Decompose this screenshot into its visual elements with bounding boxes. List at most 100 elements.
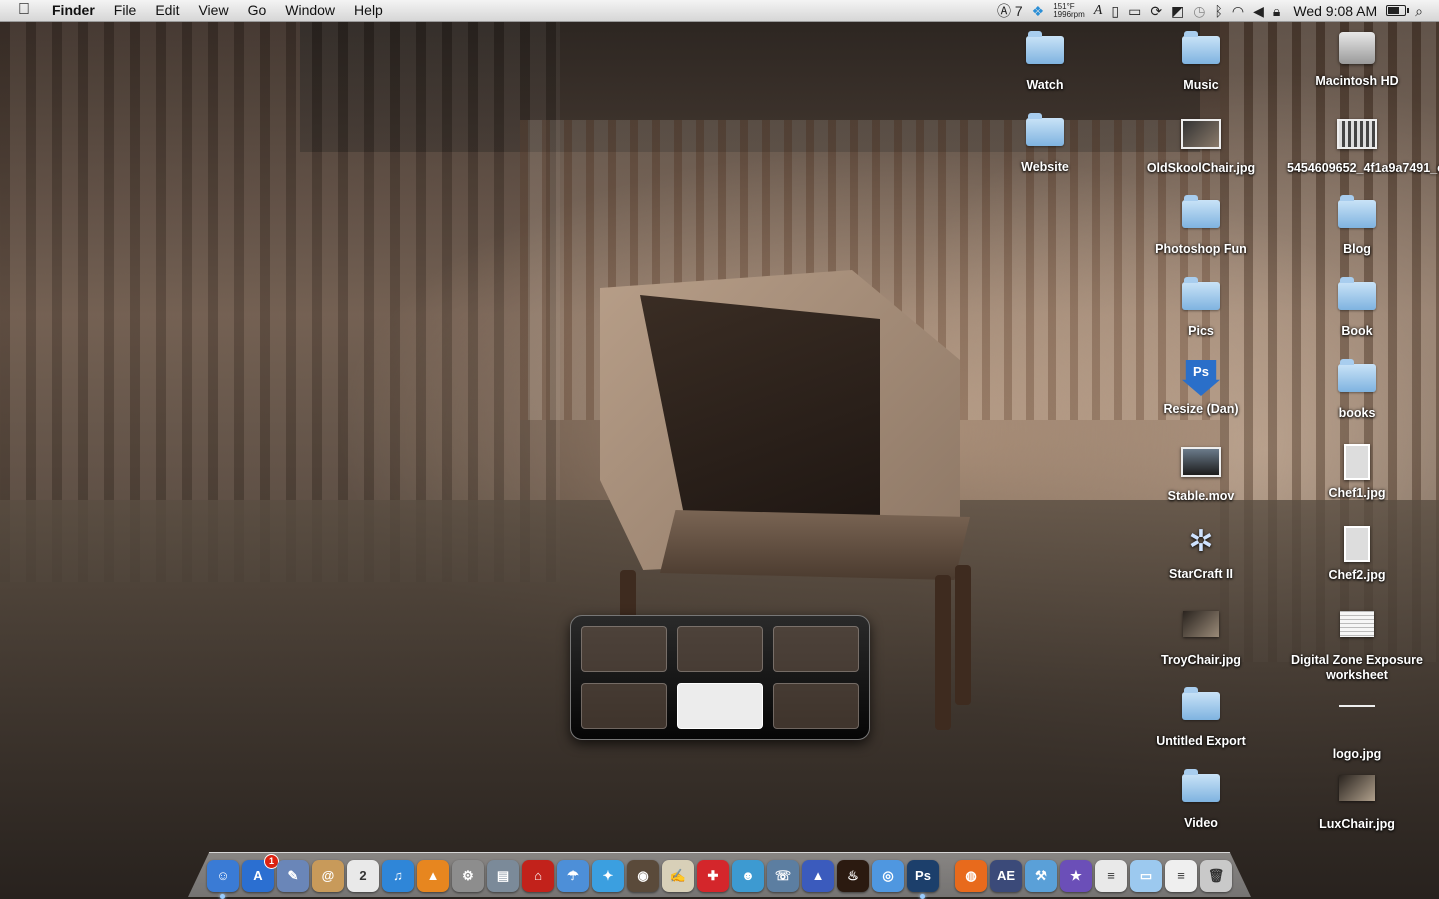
- dock-stickies-icon[interactable]: ✚: [697, 860, 729, 892]
- dock-ninja-app-icon[interactable]: ☻: [732, 860, 764, 892]
- dock-alfred-icon[interactable]: ◉: [627, 860, 659, 892]
- lock-icon[interactable]: 🔒︎: [1273, 2, 1280, 20]
- desktop-icon-music[interactable]: Music: [1131, 30, 1271, 93]
- dock-finder-icon[interactable]: ☺: [207, 860, 239, 899]
- dock-glyph: 🗑: [1207, 868, 1225, 883]
- image-thumbnail-icon: [1344, 444, 1370, 480]
- app-switch-icon[interactable]: ◩: [1171, 2, 1184, 20]
- dock-iphone-config-icon[interactable]: ☏: [767, 860, 799, 892]
- dock-glyph: ☺: [216, 868, 230, 883]
- photoshop-droplet-icon: Ps: [1182, 360, 1220, 396]
- desktop-icon-photo-5454[interactable]: 5454609652_4f1a9a7491_o.jpg: [1287, 112, 1439, 176]
- bluetooth-icon[interactable]: ᛒ: [1215, 2, 1223, 20]
- menu-help[interactable]: Help: [354, 2, 383, 19]
- volume-icon[interactable]: ◀: [1253, 2, 1264, 20]
- menu-view[interactable]: View: [198, 2, 228, 19]
- menu-edit[interactable]: Edit: [155, 2, 179, 19]
- display-icon[interactable]: ▭: [1128, 2, 1141, 20]
- spotlight-search-icon[interactable]: ⌕: [1415, 2, 1423, 20]
- desktop-icon-book[interactable]: Book: [1287, 276, 1427, 339]
- dock-address-book-icon[interactable]: @: [312, 860, 344, 892]
- menu-app-finder[interactable]: Finder: [52, 2, 95, 19]
- desktop-icon-pics[interactable]: Pics: [1131, 276, 1271, 339]
- desktop-icon-blog[interactable]: Blog: [1287, 194, 1427, 257]
- space-6[interactable]: [773, 683, 859, 729]
- dock-vlc-icon[interactable]: ▲: [417, 860, 449, 892]
- phone-icon[interactable]: ▯: [1111, 2, 1119, 20]
- sync-icon[interactable]: ⟳: [1150, 2, 1162, 20]
- desktop-icon-logo[interactable]: logo.jpg: [1287, 686, 1427, 762]
- menu-file[interactable]: File: [114, 2, 137, 19]
- spaces-switcher: [570, 615, 870, 740]
- font-menu-icon[interactable]: Ⓐ 7: [997, 2, 1023, 20]
- space-5-active[interactable]: [677, 683, 763, 729]
- dock-twitter-icon[interactable]: ✦: [592, 860, 624, 892]
- dock-trash-icon[interactable]: 🗑: [1200, 860, 1232, 892]
- dock-folder-stack-icon[interactable]: ▭: [1130, 860, 1162, 892]
- time-machine-icon[interactable]: ◷: [1193, 2, 1205, 20]
- desktop-icon-chef1[interactable]: Chef1.jpg: [1287, 440, 1427, 501]
- dock-photoshop-icon[interactable]: Ps: [907, 860, 939, 899]
- dock-system-preferences-icon[interactable]: ⚙: [452, 860, 484, 892]
- dock-glyph: 2: [359, 868, 367, 883]
- dropbox-icon[interactable]: ❖: [1032, 2, 1045, 20]
- document-icon: [1340, 611, 1374, 637]
- desktop-icon-digital-zone[interactable]: Digital Zone Exposure worksheet: [1287, 604, 1427, 683]
- dock-glyph: ≡: [1107, 868, 1115, 883]
- dock-network-utility-icon[interactable]: ▤: [487, 860, 519, 892]
- space-3[interactable]: [773, 626, 859, 672]
- dock-mail-weather-icon[interactable]: ☂: [557, 860, 589, 892]
- folder-icon: [1182, 277, 1220, 310]
- dock-app-store-icon[interactable]: A1: [242, 854, 279, 892]
- dock-firefox-icon[interactable]: ◍: [955, 860, 987, 892]
- icon-label: Chef2.jpg: [1328, 568, 1386, 582]
- dock-wizard-icon[interactable]: ★: [1060, 860, 1092, 892]
- battery-icon[interactable]: [1386, 5, 1410, 16]
- dock-glyph: ≡: [1177, 868, 1185, 883]
- menu-go[interactable]: Go: [248, 2, 267, 19]
- dock-script-editor-icon[interactable]: ✍: [662, 860, 694, 892]
- dock-glyph: ▭: [1139, 868, 1153, 883]
- desktop-icon-oldskoolchair[interactable]: OldSkoolChair.jpg: [1131, 112, 1271, 176]
- dock-fireplace-icon[interactable]: ♨: [837, 860, 869, 892]
- apple-menu-icon[interactable]: : [18, 2, 30, 19]
- desktop-icon-untitled-export[interactable]: Untitled Export: [1131, 686, 1271, 749]
- dock-glyph: ▲: [811, 868, 825, 883]
- dock-document-pdf-icon[interactable]: ≡: [1165, 860, 1197, 892]
- desktop-icon-starcraft[interactable]: ✲ StarCraft II: [1131, 522, 1271, 582]
- script-icon[interactable]: A: [1094, 2, 1103, 20]
- dock-after-effects-icon[interactable]: AE: [990, 860, 1022, 892]
- dock-ical-icon[interactable]: 2: [347, 860, 379, 892]
- running-indicator: [220, 894, 225, 899]
- desktop-icon-macintosh-hd[interactable]: Macintosh HD: [1287, 30, 1427, 89]
- menu-clock[interactable]: Wed 9:08 AM: [1293, 3, 1377, 19]
- desktop-icon-photoshop-fun[interactable]: Photoshop Fun: [1131, 194, 1271, 257]
- desktop-icon-troychair[interactable]: TroyChair.jpg: [1131, 604, 1271, 668]
- dock-xcode-icon[interactable]: ⚒: [1025, 860, 1057, 892]
- desktop-icon-resize-dan[interactable]: Ps Resize (Dan): [1131, 358, 1271, 417]
- dock-itunes-icon[interactable]: ♫: [382, 860, 414, 892]
- dock-cyberduck-icon[interactable]: ▲: [802, 860, 834, 892]
- space-4[interactable]: [581, 683, 667, 729]
- desktop-icon-luxchair[interactable]: LuxChair.jpg: [1287, 768, 1427, 832]
- wifi-icon[interactable]: ◠: [1232, 2, 1244, 20]
- dock-acrobat-icon[interactable]: ⌂: [522, 860, 554, 892]
- space-2[interactable]: [677, 626, 763, 672]
- desktop-icon-website[interactable]: Website: [975, 112, 1115, 175]
- dock-glyph: ◎: [882, 868, 894, 883]
- menu-window[interactable]: Window: [285, 2, 335, 19]
- folder-icon: [1338, 195, 1376, 228]
- dock-document-log-icon[interactable]: ≡: [1095, 860, 1127, 892]
- desktop-icon-books[interactable]: books: [1287, 358, 1427, 421]
- desktop-icon-video[interactable]: Video: [1131, 768, 1271, 831]
- image-thumbnail-icon: [1181, 119, 1221, 149]
- dock-safari-icon[interactable]: ◎: [872, 860, 904, 892]
- dock-glyph: ✚: [707, 868, 719, 883]
- desktop-icon-chef2[interactable]: Chef2.jpg: [1287, 522, 1427, 583]
- desktop-icon-stable-mov[interactable]: Stable.mov: [1131, 440, 1271, 504]
- dock: ☺ A 1 ✎ @2 ♫ ▲ ⚙ ▤ ⌂ ☂ ✦ ◉ ✍ ✚ ☻ ☏ ▲ ♨ ◎ Ps ◍ AE ⚒ ★ ≡ ▭ ≡ 🗑: [207, 852, 1232, 899]
- dock-preview-icon[interactable]: ✎: [277, 860, 309, 892]
- temperature-monitor[interactable]: 151°F 1996rpm: [1053, 2, 1085, 19]
- desktop-icon-watch[interactable]: Watch: [975, 30, 1115, 93]
- space-1[interactable]: [581, 626, 667, 672]
